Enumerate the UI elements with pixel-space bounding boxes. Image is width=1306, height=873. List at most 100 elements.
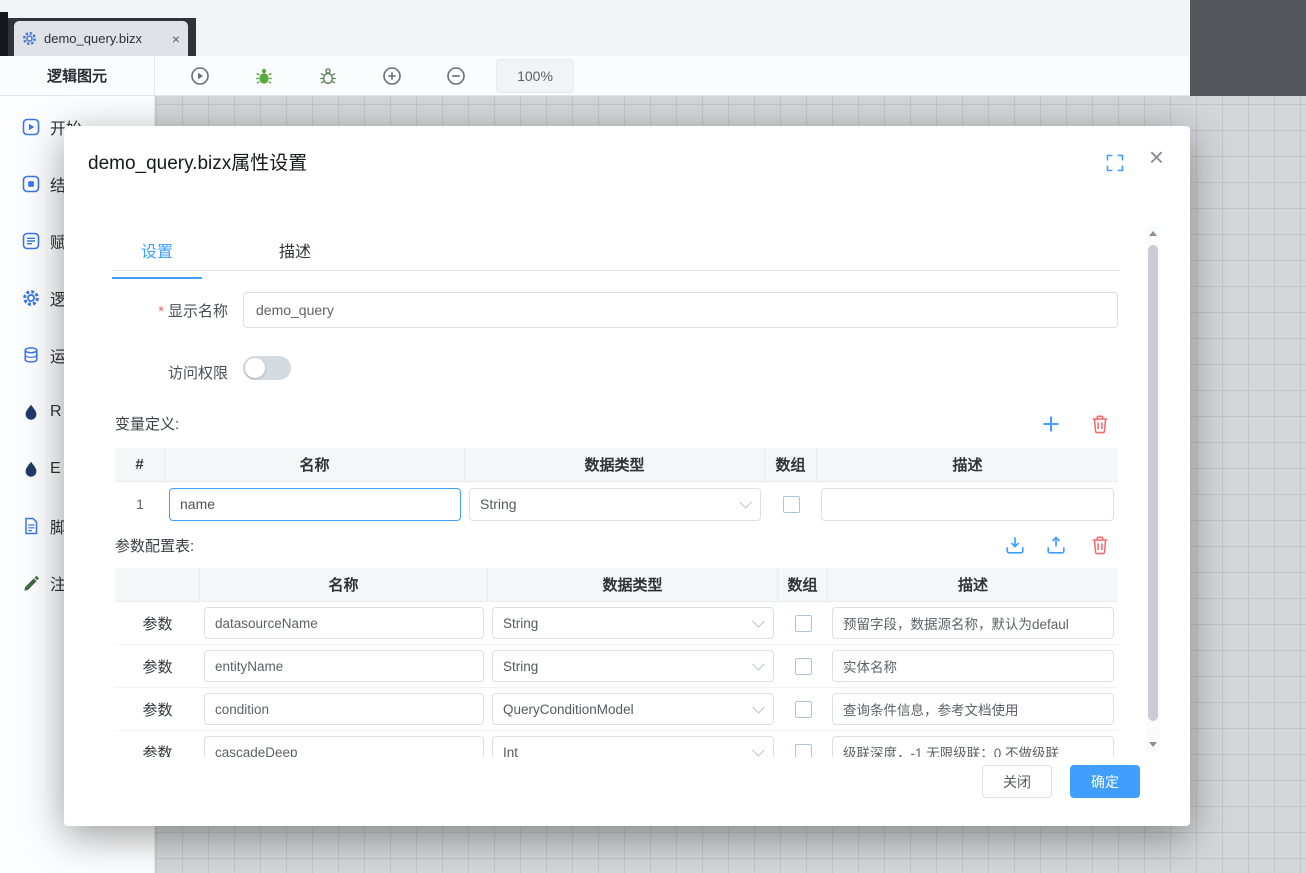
param-type-value: String bbox=[503, 616, 538, 631]
dialog-scrollbar[interactable] bbox=[1146, 226, 1160, 752]
param-row: 参数 QueryConditionModel bbox=[115, 688, 1118, 731]
param-desc-input[interactable] bbox=[832, 736, 1114, 757]
variables-table: # 名称 数据类型 数组 描述 1 String bbox=[115, 448, 1118, 526]
fullscreen-icon[interactable] bbox=[1106, 154, 1124, 172]
param-kind: 参数 bbox=[142, 613, 172, 634]
start-icon bbox=[22, 118, 40, 136]
param-name-input[interactable] bbox=[204, 650, 484, 682]
col-index: # bbox=[115, 448, 165, 481]
required-mark: * bbox=[158, 303, 164, 320]
dialog-title: demo_query.bizx属性设置 bbox=[88, 148, 307, 175]
col-type: 数据类型 bbox=[488, 568, 778, 601]
scrollbar-thumb[interactable] bbox=[1148, 245, 1158, 721]
export-params-icon[interactable] bbox=[1046, 535, 1066, 555]
col-name: 名称 bbox=[165, 448, 465, 481]
col-desc: 描述 bbox=[817, 448, 1118, 481]
scroll-up-icon[interactable] bbox=[1146, 226, 1160, 241]
display-name-label: *显示名称 bbox=[98, 300, 228, 321]
param-array-checkbox[interactable] bbox=[795, 744, 812, 758]
col-name: 名称 bbox=[200, 568, 488, 601]
variables-section-title: 变量定义: bbox=[115, 413, 179, 434]
palette-item-label: R bbox=[50, 403, 62, 421]
run-icon[interactable] bbox=[190, 66, 210, 86]
tab-description[interactable]: 描述 bbox=[250, 238, 340, 279]
editor-tab[interactable]: demo_query.bizx × bbox=[14, 21, 188, 56]
param-kind: 参数 bbox=[142, 656, 172, 677]
close-icon[interactable]: × bbox=[1149, 144, 1164, 170]
variable-array-checkbox[interactable] bbox=[783, 496, 800, 513]
param-row: 参数 String bbox=[115, 602, 1118, 645]
col-array: 数组 bbox=[778, 568, 828, 601]
chevron-down-icon bbox=[752, 701, 765, 714]
param-type-select[interactable]: String bbox=[492, 607, 774, 639]
tab-strip: demo_query.bizx × bbox=[8, 18, 196, 56]
param-name-input[interactable] bbox=[204, 693, 484, 725]
param-type-value: String bbox=[503, 659, 538, 674]
tab-close-icon[interactable]: × bbox=[172, 32, 180, 46]
import-params-icon[interactable] bbox=[1005, 535, 1025, 555]
gear-icon bbox=[22, 31, 37, 46]
ok-button[interactable]: 确定 bbox=[1070, 765, 1140, 798]
chevron-down-icon bbox=[739, 496, 752, 509]
delete-params-icon[interactable] bbox=[1090, 535, 1110, 555]
runtime-icon bbox=[22, 346, 40, 364]
debug-bug-icon[interactable] bbox=[254, 66, 274, 86]
assign-icon bbox=[22, 232, 40, 250]
palette-item-label: E bbox=[50, 460, 61, 478]
param-name-input[interactable] bbox=[204, 736, 484, 757]
param-desc-input[interactable] bbox=[832, 607, 1114, 639]
properties-dialog: demo_query.bizx属性设置 × 设置 描述 *显示名称 访问权限 变… bbox=[64, 126, 1190, 826]
step-debug-icon[interactable] bbox=[318, 66, 338, 86]
scroll-down-icon[interactable] bbox=[1146, 737, 1160, 752]
window-edge bbox=[0, 12, 8, 56]
variable-desc-input[interactable] bbox=[821, 488, 1114, 521]
param-row: 参数 Int bbox=[115, 731, 1118, 757]
zoom-out-icon[interactable] bbox=[446, 66, 466, 86]
palette-header: 逻辑图元 bbox=[0, 56, 155, 95]
col-type: 数据类型 bbox=[465, 448, 765, 481]
param-array-checkbox[interactable] bbox=[795, 701, 812, 718]
end-icon bbox=[22, 175, 40, 193]
variables-table-header: # 名称 数据类型 数组 描述 bbox=[115, 448, 1118, 482]
param-type-select[interactable]: String bbox=[492, 650, 774, 682]
zoom-level[interactable]: 100% bbox=[496, 59, 574, 93]
editor-tab-label: demo_query.bizx bbox=[44, 31, 142, 46]
overlay-dark-corner bbox=[1190, 0, 1306, 96]
zoom-in-icon[interactable] bbox=[382, 66, 402, 86]
col-blank bbox=[115, 568, 200, 601]
col-array: 数组 bbox=[765, 448, 817, 481]
close-button[interactable]: 关闭 bbox=[982, 765, 1052, 798]
param-type-select[interactable]: Int bbox=[492, 736, 774, 757]
display-name-label-text: 显示名称 bbox=[168, 303, 228, 320]
tab-bar: demo_query.bizx × bbox=[0, 0, 1190, 56]
variable-name-input[interactable] bbox=[169, 488, 461, 521]
param-desc-input[interactable] bbox=[832, 650, 1114, 682]
canvas-toolbar: 逻辑图元 100% bbox=[0, 56, 1190, 96]
param-type-select[interactable]: QueryConditionModel bbox=[492, 693, 774, 725]
param-row: 参数 String bbox=[115, 645, 1118, 688]
params-section-title: 参数配置表: bbox=[115, 535, 194, 556]
logic-gear-icon bbox=[22, 289, 40, 307]
variable-type-select[interactable]: String bbox=[469, 488, 761, 521]
display-name-input[interactable] bbox=[243, 292, 1118, 328]
access-toggle[interactable] bbox=[243, 356, 291, 380]
tab-settings[interactable]: 设置 bbox=[112, 238, 202, 279]
access-label: 访问权限 bbox=[98, 362, 228, 383]
variable-index: 1 bbox=[136, 496, 144, 512]
e-node-icon bbox=[22, 460, 40, 478]
param-array-checkbox[interactable] bbox=[795, 658, 812, 675]
param-array-checkbox[interactable] bbox=[795, 615, 812, 632]
param-type-value: Int bbox=[503, 745, 518, 758]
delete-variable-icon[interactable] bbox=[1090, 414, 1110, 434]
param-desc-input[interactable] bbox=[832, 693, 1114, 725]
param-name-input[interactable] bbox=[204, 607, 484, 639]
param-kind: 参数 bbox=[142, 699, 172, 720]
add-variable-icon[interactable] bbox=[1041, 414, 1061, 434]
col-desc: 描述 bbox=[828, 568, 1118, 601]
variable-row: 1 String bbox=[115, 482, 1118, 526]
param-kind: 参数 bbox=[142, 742, 172, 758]
comment-pencil-icon bbox=[22, 574, 40, 592]
chevron-down-icon bbox=[752, 615, 765, 628]
toggle-knob bbox=[245, 358, 265, 378]
chevron-down-icon bbox=[752, 658, 765, 671]
